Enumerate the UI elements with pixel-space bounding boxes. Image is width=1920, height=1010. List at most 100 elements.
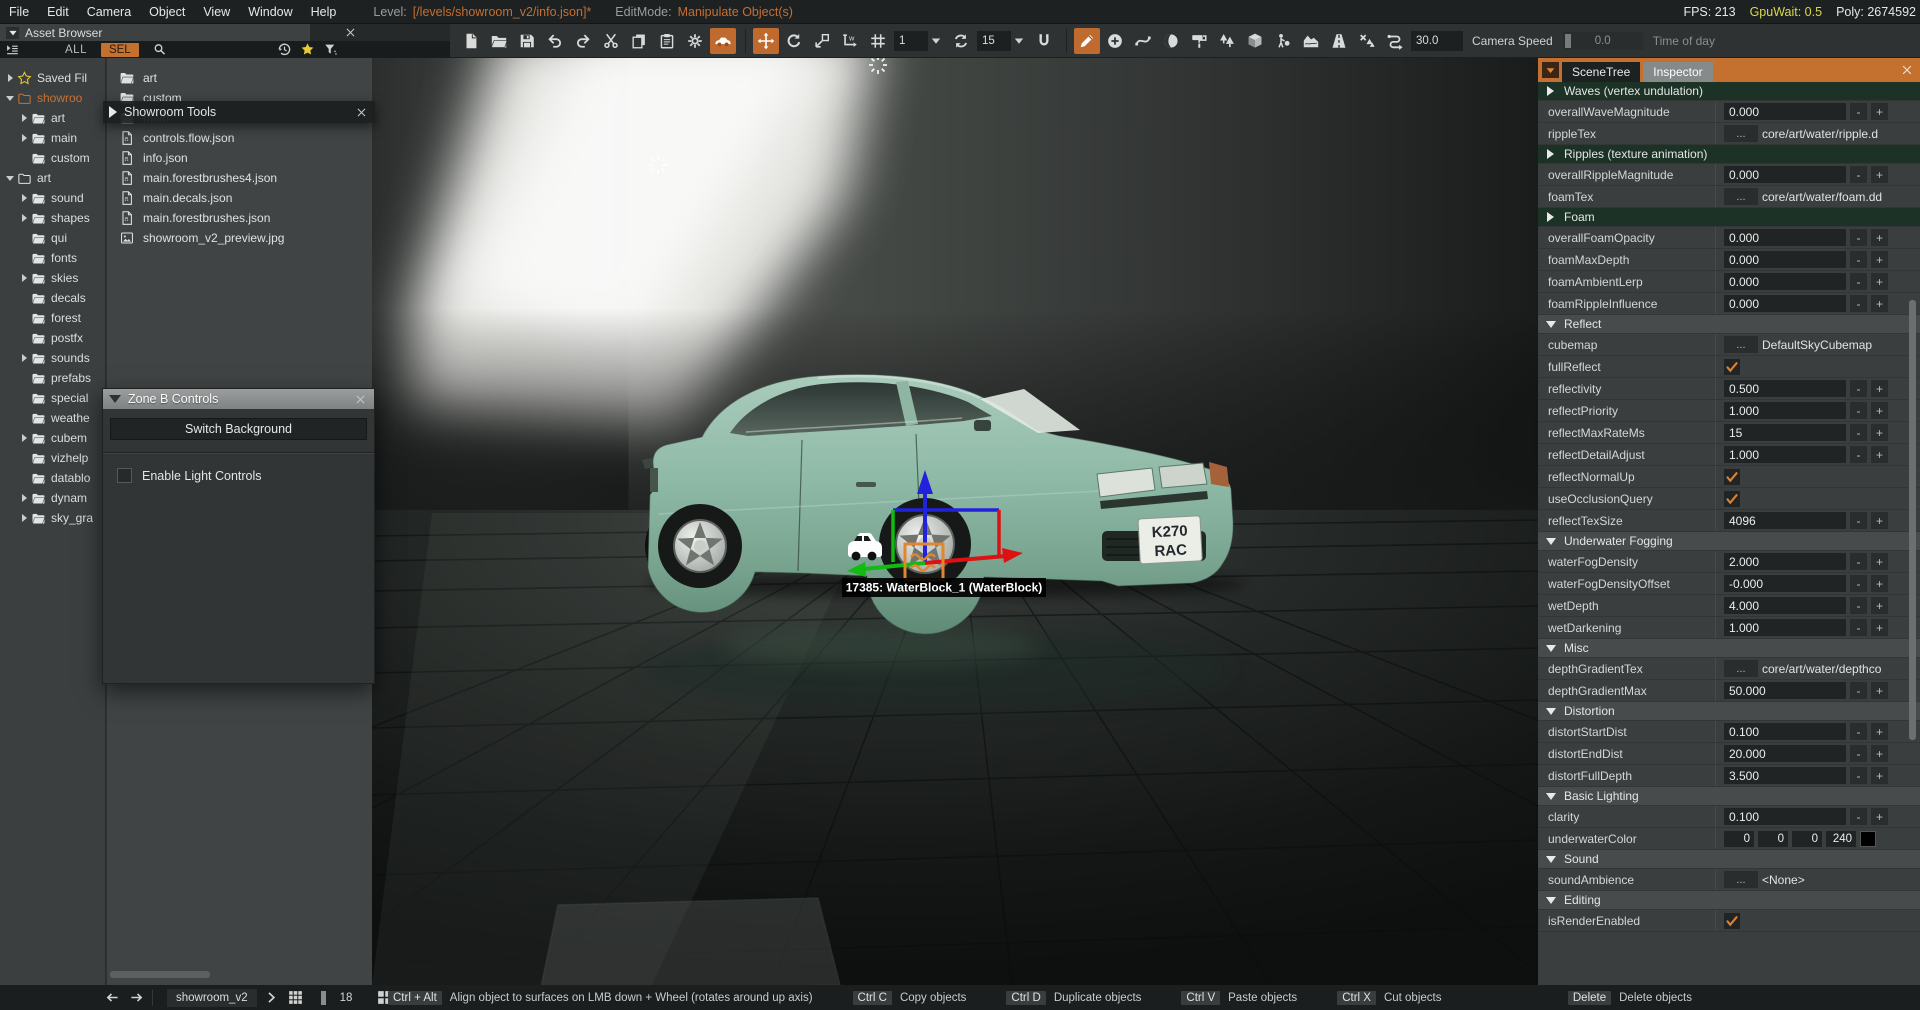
move-button[interactable] bbox=[753, 28, 779, 54]
close-icon[interactable] bbox=[355, 106, 369, 119]
path-tool-button[interactable] bbox=[1382, 28, 1408, 54]
depthGradientMax-decrement-button[interactable]: - bbox=[1850, 682, 1867, 699]
tree-item-cubem[interactable]: cubem bbox=[0, 428, 105, 448]
expand-arrow-icon[interactable] bbox=[6, 73, 17, 83]
distortFullDepth-input[interactable]: 3.500 bbox=[1724, 767, 1846, 784]
reflectivity-increment-button[interactable]: + bbox=[1871, 380, 1888, 397]
wetDepth-increment-button[interactable]: + bbox=[1871, 597, 1888, 614]
paste-button[interactable] bbox=[654, 28, 680, 54]
section-editing[interactable]: Editing bbox=[1538, 891, 1920, 910]
clarity-decrement-button[interactable]: - bbox=[1850, 808, 1867, 825]
distortEndDist-increment-button[interactable]: + bbox=[1871, 745, 1888, 762]
cubemap-browse-button[interactable]: ... bbox=[1724, 336, 1758, 353]
tree-item-skies[interactable]: skies bbox=[0, 268, 105, 288]
expand-arrow-icon[interactable] bbox=[20, 493, 31, 503]
inspector-scrollbar[interactable] bbox=[1909, 300, 1916, 740]
switch-background-button[interactable]: Switch Background bbox=[110, 418, 367, 440]
tree-item-special[interactable]: special bbox=[0, 388, 105, 408]
tree-item-sounds[interactable]: sounds bbox=[0, 348, 105, 368]
scale-button[interactable] bbox=[809, 28, 835, 54]
waterFogDensityOffset-decrement-button[interactable]: - bbox=[1850, 575, 1867, 592]
expand-arrow-icon[interactable] bbox=[20, 193, 31, 203]
tree-item-saved-fil[interactable]: Saved Fil bbox=[0, 68, 105, 88]
section-ripples-texture-animation[interactable]: Ripples (texture animation) bbox=[1538, 145, 1920, 164]
back-button[interactable] bbox=[104, 989, 122, 1007]
magnet-button[interactable] bbox=[1031, 28, 1057, 54]
tree-item-prefabs[interactable]: prefabs bbox=[0, 368, 105, 388]
copy-button[interactable] bbox=[626, 28, 652, 54]
soundAmbience-browse-button[interactable]: ... bbox=[1724, 871, 1758, 888]
tree-item-art[interactable]: art bbox=[0, 168, 105, 188]
rotate-snap-input[interactable]: 15 bbox=[977, 31, 1011, 51]
section-underwater-fogging[interactable]: Underwater Fogging bbox=[1538, 532, 1920, 551]
filter-all-button[interactable]: ALL bbox=[65, 44, 87, 56]
snap-grid-button[interactable] bbox=[865, 28, 891, 54]
foamAmbientLerp-input[interactable]: 0.000 bbox=[1724, 273, 1846, 290]
foamMaxDepth-input[interactable]: 0.000 bbox=[1724, 251, 1846, 268]
reflectMaxRateMs-increment-button[interactable]: + bbox=[1871, 424, 1888, 441]
breadcrumb[interactable]: showroom_v2 bbox=[167, 989, 257, 1007]
reflectivity-input[interactable]: 0.500 bbox=[1724, 380, 1846, 397]
tree-item-weathe[interactable]: weathe bbox=[0, 408, 105, 428]
section-misc[interactable]: Misc bbox=[1538, 639, 1920, 658]
menu-object[interactable]: Object bbox=[140, 5, 194, 19]
depthGradientMax-increment-button[interactable]: + bbox=[1871, 682, 1888, 699]
grid-snap-input[interactable]: 1 bbox=[894, 31, 928, 51]
tree-item-qui[interactable]: qui bbox=[0, 228, 105, 248]
section-reflect[interactable]: Reflect bbox=[1538, 315, 1920, 334]
tree-item-shapes[interactable]: shapes bbox=[0, 208, 105, 228]
tree-item-main[interactable]: main bbox=[0, 128, 105, 148]
grid-snap-dropdown-icon[interactable] bbox=[929, 34, 945, 48]
overallWaveMagnitude-input[interactable]: 0.000 bbox=[1724, 103, 1846, 120]
camera-speed-input[interactable]: 30.0 bbox=[1411, 31, 1463, 51]
expand-arrow-icon[interactable] bbox=[20, 133, 31, 143]
distortStartDist-decrement-button[interactable]: - bbox=[1850, 723, 1867, 740]
tree-item-sound[interactable]: sound bbox=[0, 188, 105, 208]
redo-button[interactable] bbox=[570, 28, 596, 54]
underwaterColor-channel-1[interactable]: 0 bbox=[1758, 831, 1788, 847]
showroom-tools-window[interactable]: Showroom Tools bbox=[103, 101, 375, 123]
filter-sel-button[interactable]: SEL bbox=[101, 43, 139, 57]
overallWaveMagnitude-decrement-button[interactable]: - bbox=[1850, 103, 1867, 120]
spline-button[interactable] bbox=[1130, 28, 1156, 54]
collapse-icon[interactable] bbox=[109, 395, 121, 403]
reflectivity-decrement-button[interactable]: - bbox=[1850, 380, 1867, 397]
distortStartDist-input[interactable]: 0.100 bbox=[1724, 723, 1846, 740]
file-list-hscrollbar[interactable] bbox=[110, 971, 210, 978]
tab-inspector[interactable]: Inspector bbox=[1643, 62, 1712, 82]
overallFoamOpacity-input[interactable]: 0.000 bbox=[1724, 229, 1846, 246]
section-basic-lighting[interactable]: Basic Lighting bbox=[1538, 787, 1920, 806]
distortStartDist-increment-button[interactable]: + bbox=[1871, 723, 1888, 740]
wetDarkening-increment-button[interactable]: + bbox=[1871, 619, 1888, 636]
distortFullDepth-decrement-button[interactable]: - bbox=[1850, 767, 1867, 784]
distortEndDist-decrement-button[interactable]: - bbox=[1850, 745, 1867, 762]
waterFogDensity-increment-button[interactable]: + bbox=[1871, 553, 1888, 570]
waterFogDensity-decrement-button[interactable]: - bbox=[1850, 553, 1867, 570]
file-item-main-forestbrushes4-json[interactable]: main.forestbrushes4.json bbox=[107, 168, 372, 188]
foamRippleInfluence-decrement-button[interactable]: - bbox=[1850, 295, 1867, 312]
underwaterColor-swatch[interactable] bbox=[1860, 831, 1876, 847]
search-icon[interactable] bbox=[151, 41, 168, 58]
expand-arrow-icon[interactable] bbox=[20, 113, 31, 123]
overallWaveMagnitude-increment-button[interactable]: + bbox=[1871, 103, 1888, 120]
save-button[interactable] bbox=[514, 28, 540, 54]
file-item-controls-flow-json[interactable]: controls.flow.json bbox=[107, 128, 372, 148]
close-icon[interactable] bbox=[354, 393, 368, 406]
filter-funnel-icon[interactable] bbox=[322, 41, 339, 58]
asset-browser-tab[interactable]: Asset Browser bbox=[0, 24, 310, 41]
rippleTex-browse-button[interactable]: ... bbox=[1724, 125, 1758, 142]
underwaterColor-channel-2[interactable]: 0 bbox=[1792, 831, 1822, 847]
tree-item-datablo[interactable]: datablo bbox=[0, 468, 105, 488]
terrain-button[interactable] bbox=[1298, 28, 1324, 54]
section-sound[interactable]: Sound bbox=[1538, 850, 1920, 869]
depthGradientTex-browse-button[interactable]: ... bbox=[1724, 660, 1758, 677]
snap-rotate-button[interactable] bbox=[948, 28, 974, 54]
tree-item-custom[interactable]: custom bbox=[0, 148, 105, 168]
reflectTexSize-input[interactable]: 4096 bbox=[1724, 512, 1846, 529]
favorites-star-icon[interactable] bbox=[299, 41, 316, 58]
expand-icon[interactable] bbox=[109, 106, 117, 118]
overallFoamOpacity-increment-button[interactable]: + bbox=[1871, 229, 1888, 246]
tree-item-fonts[interactable]: fonts bbox=[0, 248, 105, 268]
vehicle-button[interactable] bbox=[710, 28, 736, 54]
reflectDetailAdjust-increment-button[interactable]: + bbox=[1871, 446, 1888, 463]
